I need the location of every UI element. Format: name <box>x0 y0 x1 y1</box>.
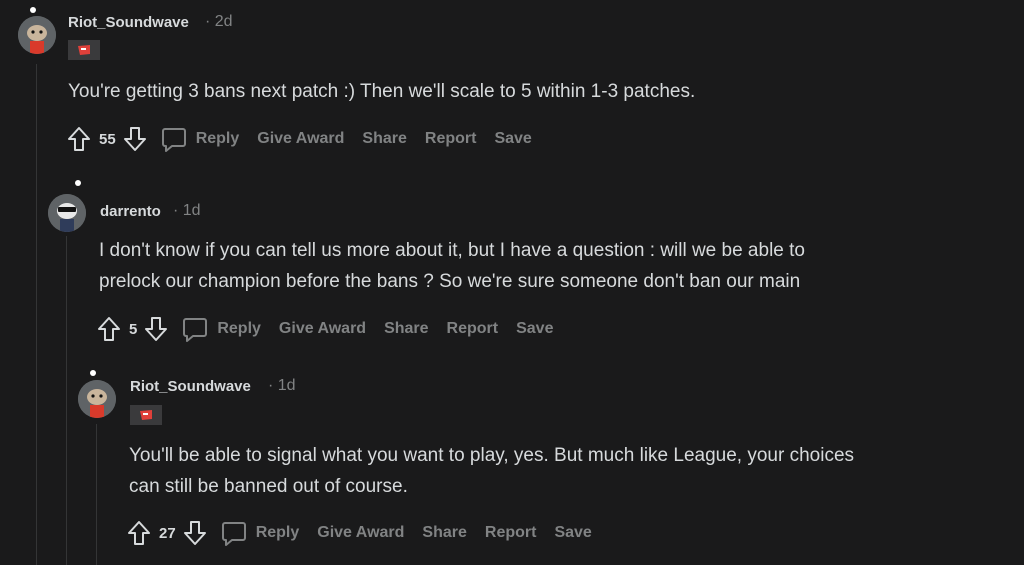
thread-line-level1[interactable] <box>36 64 37 565</box>
upvote-icon[interactable] <box>126 518 152 548</box>
timestamp[interactable]: · 1d <box>268 377 296 395</box>
report-button[interactable]: Report <box>425 130 477 148</box>
report-button[interactable]: Report <box>447 320 499 338</box>
user-flair <box>130 405 162 425</box>
avatar-antenna-icon <box>90 370 96 376</box>
reply-button[interactable]: Reply <box>196 130 240 148</box>
reply-icon[interactable] <box>160 124 188 154</box>
riot-fist-icon <box>68 40 100 60</box>
give-award-button[interactable]: Give Award <box>317 524 404 542</box>
author-name[interactable]: darrento <box>100 203 161 220</box>
vote-score: 5 <box>129 320 138 338</box>
snoo-avatar-icon <box>18 16 56 54</box>
comment-actions: 5 Reply Give Award Share Report Save <box>96 314 571 344</box>
body-line: You'll be able to signal what you want t… <box>129 445 855 466</box>
comment-body: You'll be able to signal what you want t… <box>129 440 854 502</box>
save-button[interactable]: Save <box>516 320 553 338</box>
thread-line-level3[interactable] <box>96 424 97 565</box>
snoo-avatar-icon <box>48 194 86 232</box>
comment-actions: 27 Reply Give Award Share Report Save <box>126 518 610 548</box>
body-line: You're getting 3 bans next patch :) Then… <box>68 81 696 102</box>
save-button[interactable]: Save <box>554 524 591 542</box>
author-name[interactable]: Riot_Soundwave <box>68 14 189 31</box>
comment-body: You're getting 3 bans next patch :) Then… <box>68 76 695 107</box>
avatar-antenna-icon <box>75 180 81 186</box>
body-line: prelock our champion before the bans ? S… <box>99 271 801 292</box>
comment-actions: 55 Reply Give Award Share Report Save <box>66 124 550 154</box>
reply-button[interactable]: Reply <box>217 320 261 338</box>
reply-icon[interactable] <box>220 518 248 548</box>
downvote-icon[interactable] <box>182 518 208 548</box>
reply-icon[interactable] <box>181 314 209 344</box>
body-line: can still be banned out of course. <box>129 476 408 497</box>
save-button[interactable]: Save <box>494 130 531 148</box>
timestamp[interactable]: · 1d <box>173 202 201 220</box>
avatar[interactable] <box>78 380 116 418</box>
share-button[interactable]: Share <box>384 320 428 338</box>
vote-score: 55 <box>99 130 116 148</box>
avatar-antenna-icon <box>30 7 36 13</box>
share-button[interactable]: Share <box>362 130 406 148</box>
upvote-icon[interactable] <box>66 124 92 154</box>
upvote-icon[interactable] <box>96 314 122 344</box>
riot-fist-icon <box>130 405 162 425</box>
author-name[interactable]: Riot_Soundwave <box>130 378 251 395</box>
give-award-button[interactable]: Give Award <box>279 320 366 338</box>
avatar[interactable] <box>18 16 56 54</box>
give-award-button[interactable]: Give Award <box>257 130 344 148</box>
comment-body: I don't know if you can tell us more abo… <box>99 235 805 297</box>
avatar[interactable] <box>48 194 86 232</box>
reply-button[interactable]: Reply <box>256 524 300 542</box>
snoo-avatar-icon <box>78 380 116 418</box>
downvote-icon[interactable] <box>122 124 148 154</box>
vote-score: 27 <box>159 524 176 542</box>
downvote-icon[interactable] <box>143 314 169 344</box>
timestamp[interactable]: · 2d <box>205 13 233 31</box>
thread-line-level2[interactable] <box>66 236 67 565</box>
report-button[interactable]: Report <box>485 524 537 542</box>
share-button[interactable]: Share <box>422 524 466 542</box>
body-line: I don't know if you can tell us more abo… <box>99 240 805 261</box>
user-flair <box>68 40 100 60</box>
